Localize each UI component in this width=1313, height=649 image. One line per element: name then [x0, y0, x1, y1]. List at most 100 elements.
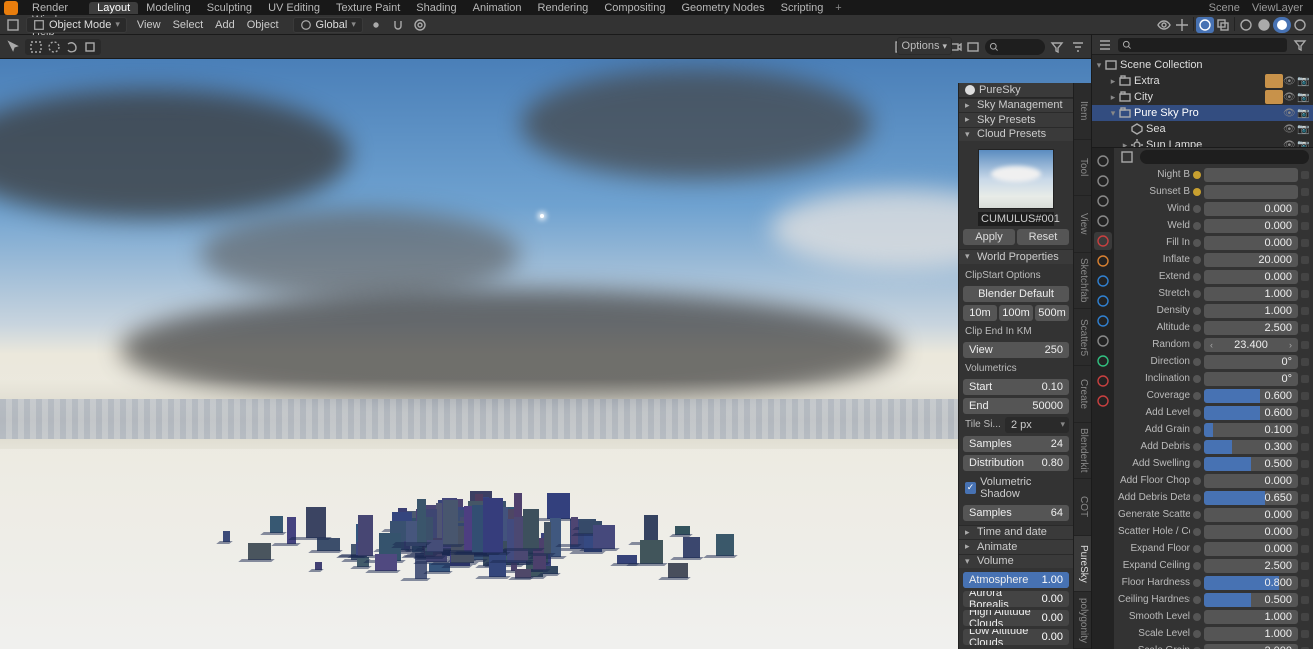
volume-high-altitude-clouds[interactable]: High Altitude Clouds0.00	[963, 610, 1069, 626]
prop-fill-in[interactable]: Fill In0.000	[1114, 234, 1313, 251]
prop-density[interactable]: Density1.000	[1114, 302, 1313, 319]
select-lasso-icon[interactable]	[63, 39, 81, 55]
snap-icon[interactable]	[389, 17, 407, 33]
npanel-tab-item[interactable]: Item	[1074, 83, 1091, 140]
prop-weld[interactable]: Weld0.000	[1114, 217, 1313, 234]
wireframe-shading-icon[interactable]	[1237, 17, 1255, 33]
prop-scatter-hole-col-[interactable]: Scatter Hole / Col...0.000	[1114, 523, 1313, 540]
workspace-animation[interactable]: Animation	[465, 2, 530, 14]
shadow-samples-field[interactable]: Samples64	[963, 505, 1069, 521]
material-shading-icon[interactable]	[1273, 17, 1291, 33]
outliner-filter-icon[interactable]	[1291, 37, 1309, 53]
menu-render[interactable]: Render	[24, 2, 79, 14]
npanel-header[interactable]: PureSky	[959, 83, 1073, 98]
prop-ceiling-hardness[interactable]: Ceiling Hardness0.500	[1114, 591, 1313, 608]
npanel-tab-sketchfab[interactable]: Sketchfab	[1074, 253, 1091, 310]
reset-button[interactable]: Reset	[1017, 229, 1069, 245]
apply-button[interactable]: Apply	[963, 229, 1015, 245]
viewlayer-dropdown[interactable]: ViewLayer	[1246, 2, 1309, 14]
outliner-item[interactable]: Sea👁📷	[1092, 121, 1313, 137]
outliner-search-input[interactable]	[1118, 38, 1287, 52]
prop-tab-data[interactable]	[1094, 352, 1112, 370]
editor-type-icon[interactable]	[4, 17, 22, 33]
prop-add-grain[interactable]: Add Grain0.100	[1114, 421, 1313, 438]
npanel-tab-blenderkit[interactable]: Blenderkit	[1074, 423, 1091, 480]
toolbar-object[interactable]: Object	[241, 19, 285, 31]
section-time-date[interactable]: ▸Time and date	[959, 525, 1073, 540]
outliner-item[interactable]: ▾Pure Sky Pro👁📷	[1092, 105, 1313, 121]
prop-wind[interactable]: Wind0.000	[1114, 200, 1313, 217]
section-sky-presets[interactable]: ▸Sky Presets	[959, 112, 1073, 127]
prop-tab-modifier[interactable]	[1094, 272, 1112, 290]
prop-direction[interactable]: Direction0°	[1114, 353, 1313, 370]
vol-samples-field[interactable]: Samples24	[963, 436, 1069, 452]
visibility-icon[interactable]	[1155, 17, 1173, 33]
overlay-toggle-icon[interactable]	[1196, 17, 1214, 33]
viewport-3d[interactable]: PureSky ▸Sky Management ▸Sky Presets ▾Cl…	[0, 59, 1091, 649]
prop-tab-output[interactable]	[1094, 172, 1112, 190]
prop-tab-constraint[interactable]	[1094, 332, 1112, 350]
props-search-input[interactable]	[1140, 150, 1309, 164]
prop-night-b[interactable]: Night B	[1114, 166, 1313, 183]
workspace-rendering[interactable]: Rendering	[530, 2, 597, 14]
prop-add-debris[interactable]: Add Debris0.300	[1114, 438, 1313, 455]
clipstart-500m[interactable]: 500m	[1035, 305, 1069, 321]
volume-aurora-borealis[interactable]: Aurora Borealis0.00	[963, 591, 1069, 607]
prop-coverage[interactable]: Coverage0.600	[1114, 387, 1313, 404]
section-sky-management[interactable]: ▸Sky Management	[959, 98, 1073, 113]
clipstart-10m[interactable]: 10m	[963, 305, 997, 321]
filter-icon[interactable]	[1048, 39, 1066, 55]
gizmo-icon[interactable]	[1173, 17, 1191, 33]
prop-extend[interactable]: Extend0.000	[1114, 268, 1313, 285]
npanel-tab-scatter5[interactable]: Scatter5	[1074, 309, 1091, 366]
mode-dropdown[interactable]: Object Mode▾	[26, 17, 127, 33]
volume-low-altitude-clouds[interactable]: Low Altitude Clouds0.00	[963, 629, 1069, 645]
prop-expand-floor[interactable]: Expand Floor0.000	[1114, 540, 1313, 557]
prop-tab-material[interactable]	[1094, 372, 1112, 390]
prop-add-debris-details[interactable]: Add Debris Details0.650	[1114, 489, 1313, 506]
prop-tab-render[interactable]	[1094, 152, 1112, 170]
npanel-tab-tool[interactable]: Tool	[1074, 140, 1091, 197]
blender-logo-icon[interactable]	[4, 1, 18, 15]
workspace-sculpting[interactable]: Sculpting	[199, 2, 260, 14]
vol-end-field[interactable]: End50000	[963, 398, 1069, 414]
prop-floor-hardness[interactable]: Floor Hardness0.800	[1114, 574, 1313, 591]
workspace-shading[interactable]: Shading	[408, 2, 464, 14]
scene-dropdown[interactable]: Scene	[1203, 2, 1246, 14]
tile-dropdown[interactable]: 2 px▾	[1005, 417, 1069, 433]
npanel-tab-polygonity[interactable]: polygonity	[1074, 592, 1091, 649]
toolbar-view[interactable]: View	[131, 19, 167, 31]
clipend-field[interactable]: View250	[963, 342, 1069, 358]
section-cloud-presets[interactable]: ▾Cloud Presets	[959, 127, 1073, 142]
section-world-properties[interactable]: ▾World Properties	[959, 249, 1073, 264]
npanel-tab-create[interactable]: Create	[1074, 366, 1091, 423]
workspace-scripting[interactable]: Scripting	[773, 2, 832, 14]
add-workspace-button[interactable]: +	[831, 2, 845, 14]
prop-tab-physics[interactable]	[1094, 312, 1112, 330]
orientation-dropdown[interactable]: Global▾	[293, 17, 363, 33]
prop-tab-view[interactable]	[1094, 192, 1112, 210]
workspace-uv-editing[interactable]: UV Editing	[260, 2, 328, 14]
outliner-root[interactable]: ▾ Scene Collection	[1092, 57, 1313, 73]
section-animate[interactable]: ▸Animate	[959, 539, 1073, 554]
volume-atmosphere[interactable]: Atmosphere1.00	[963, 572, 1069, 588]
select-circle-icon[interactable]	[45, 39, 63, 55]
vol-shadow-checkbox[interactable]: ✓Volumetric Shadow	[963, 474, 1069, 502]
prop-add-level[interactable]: Add Level0.600	[1114, 404, 1313, 421]
npanel-tab-puresky[interactable]: PureSky	[1074, 536, 1091, 593]
filter2-icon[interactable]	[1069, 39, 1087, 55]
npanel-tab-cot[interactable]: COT	[1074, 479, 1091, 536]
toolbar-add[interactable]: Add	[209, 19, 241, 31]
prop-sunset-b[interactable]: Sunset B	[1114, 183, 1313, 200]
workspace-texture-paint[interactable]: Texture Paint	[328, 2, 408, 14]
prop-tab-object[interactable]	[1094, 252, 1112, 270]
prop-tab-scene[interactable]	[1094, 212, 1112, 230]
cloud-preset-thumbnail[interactable]	[978, 149, 1054, 209]
prop-altitude[interactable]: Altitude2.500	[1114, 319, 1313, 336]
prop-tab-texture[interactable]	[1094, 392, 1112, 410]
npanel-tab-view[interactable]: View	[1074, 196, 1091, 253]
vol-start-field[interactable]: Start0.10	[963, 379, 1069, 395]
workspace-compositing[interactable]: Compositing	[596, 2, 673, 14]
proportional-icon[interactable]	[411, 17, 429, 33]
prop-add-floor-chop[interactable]: Add Floor Chop0.000	[1114, 472, 1313, 489]
